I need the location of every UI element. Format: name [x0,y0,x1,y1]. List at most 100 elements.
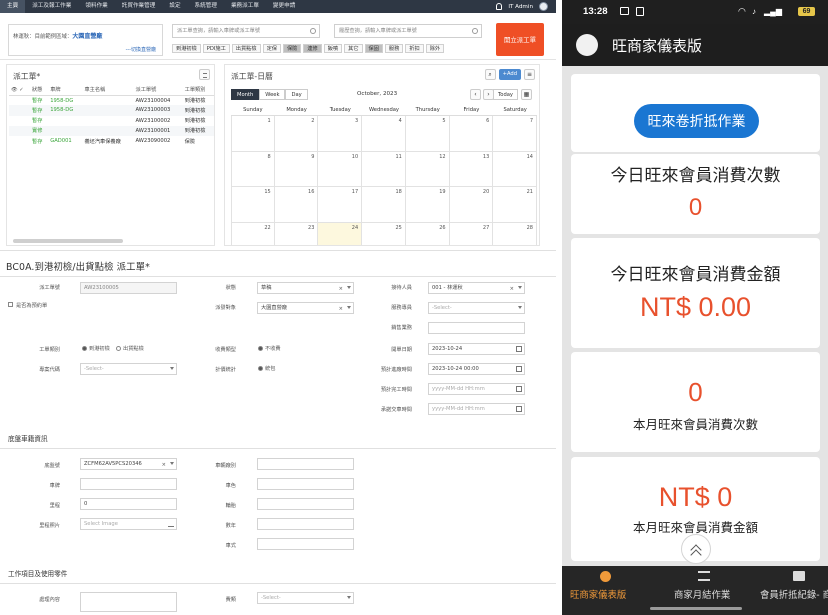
type-filter-chip[interactable]: 出貨點檢 [231,44,261,53]
clear-icon[interactable]: × [510,284,514,293]
scroll-to-top-button[interactable] [681,534,711,564]
type-filter-chip[interactable]: 其它 [344,44,363,53]
calendar-day-cell[interactable]: 8 [231,151,275,186]
calendar-day-cell[interactable]: 27 [450,222,494,245]
expected-in-field[interactable]: 2023-10-24 00:00 [428,363,525,375]
calendar-day-cell[interactable]: 2 [275,116,319,151]
calendar-day-cell[interactable]: 18 [362,187,406,222]
view-tab-month[interactable]: Month [231,89,260,100]
nav-item-business[interactable]: 業務派工單 [224,0,266,13]
photo-upload-field[interactable]: Select Image [80,518,177,530]
calendar-day-cell[interactable]: 13 [450,151,494,186]
gesture-bar[interactable] [650,607,742,610]
worktype-radio-arrival[interactable]: 到港初檢 [82,345,110,352]
upload-icon[interactable] [168,521,174,527]
calendar-day-cell[interactable]: 20 [450,187,494,222]
bottom-nav-records[interactable]: 會員折抵紀錄- 商 [734,566,828,606]
calendar-day-cell[interactable]: 6 [450,116,494,151]
content-field[interactable] [80,592,177,612]
search-icon[interactable]: ⌕ [484,69,496,80]
sales-field[interactable] [428,322,525,334]
mileage-field[interactable]: 0 [80,498,177,510]
today-button[interactable]: Today [493,89,519,100]
category-select[interactable]: -Select- [257,592,354,604]
history-search-input[interactable]: 履歷查詢，請輸入車牌或派工單號 [334,24,482,38]
calendar-day-cell[interactable]: 14 [493,151,537,186]
calendar-day-cell[interactable]: 23 [275,222,319,245]
worktype-radio-delivery[interactable]: 出貨點檢 [116,345,144,352]
calendar-day-cell[interactable]: 4 [362,116,406,151]
type-filter-chip[interactable]: 保險 [282,44,302,53]
calendar-icon[interactable] [516,366,522,372]
nav-item-dispatch[interactable]: 派工及報工作業 [25,0,78,13]
type-filter-chip[interactable]: 定保 [262,44,281,53]
bell-icon[interactable] [496,3,503,10]
create-work-order-button[interactable]: 開立派工單 [496,23,544,56]
nav-item-parts[interactable]: 領料作業 [78,0,114,13]
charge-radio[interactable]: 不收費 [258,345,281,352]
calendar-day-cell[interactable]: 7 [493,116,537,151]
calendar-day-cell[interactable]: 15 [231,187,275,222]
vin-select[interactable]: ZCFM62AV5PCS20346 × [80,458,177,470]
menu-icon[interactable] [199,69,210,80]
table-row[interactable]: 暫存 1958-DG AW23100003 到港初檢 [9,105,214,116]
view-tab-day[interactable]: Day [285,89,308,100]
table-row[interactable]: 暫存 AW23100002 到港初檢 [9,116,214,126]
col-plate[interactable]: 車牌 [48,85,83,96]
bottom-nav-dashboard[interactable]: 旺商家儀表版 [562,566,648,606]
nav-item-system[interactable]: 系統管理 [188,0,224,13]
clear-icon[interactable]: × [162,460,166,469]
col-no[interactable]: 派工單號 [133,85,183,96]
table-row[interactable]: 暫存 GAD001 義坯汽車保養廠 AW23090002 保險 [9,136,214,146]
dispatch-select[interactable]: 大園直營廠 × [257,302,354,314]
calendar-day-cell[interactable]: 22 [231,222,275,245]
plate-field[interactable] [80,478,177,490]
calendar-day-cell[interactable]: 21 [493,187,537,222]
table-row[interactable]: 暫存 1958-DG AW23100004 到港初檢 [9,95,214,105]
menu-icon[interactable]: ≡ [524,69,535,80]
col-status[interactable]: 狀態 [30,85,49,96]
view-tab-week[interactable]: Week [259,89,286,100]
calendar-icon[interactable] [516,346,522,352]
calendar-icon[interactable] [516,406,522,412]
nav-item-home[interactable]: 主頁 [0,0,26,13]
receiver-select[interactable]: 001 - 林運秋 × [428,282,525,294]
type-filter-chip[interactable]: 折扣 [405,44,424,53]
plan-radio[interactable]: 統包 [258,365,275,372]
calendar-day-cell[interactable]: 16 [275,187,319,222]
expected-done-field[interactable]: yyyy-MM-dd HH:mm [428,383,525,395]
brand-field[interactable] [257,458,354,470]
calendar-day-cell[interactable]: 24 [318,222,363,245]
add-button[interactable]: +Add [498,69,521,80]
table-row[interactable]: 實修 AW23100001 到港初檢 [9,125,214,136]
coupon-redeem-button[interactable]: 旺來卷折抵作業 [634,104,759,138]
calendar-day-cell[interactable]: 12 [406,151,450,186]
calendar-day-cell[interactable]: 5 [406,116,450,151]
type-filter-chip[interactable]: 保固 [364,44,383,53]
calendar-day-cell[interactable]: 28 [493,222,537,245]
col-owner[interactable]: 車主名稱 [82,85,134,96]
calendar-day-cell[interactable]: 19 [406,187,450,222]
nav-item-change[interactable]: 變更申請 [266,0,302,13]
calendar-day-cell[interactable]: 25 [362,222,406,245]
calendar-icon[interactable] [516,386,522,392]
color-field[interactable] [257,478,354,490]
horizontal-scrollbar[interactable] [13,239,123,243]
calendar-day-cell[interactable]: 1 [231,116,275,151]
calendar-day-cell[interactable]: 26 [406,222,450,245]
open-date-field[interactable]: 2023-10-24 [428,343,525,355]
avatar[interactable] [576,34,598,56]
type-filter-chip[interactable]: 服務 [384,44,404,53]
type-filter-chip[interactable]: 除外 [425,44,445,53]
clear-icon[interactable]: × [339,284,343,293]
type-filter-chip[interactable]: 鈑噴 [323,44,343,53]
tire-field[interactable] [257,498,354,510]
type-filter-chip[interactable]: 到港初檢 [172,44,201,53]
calendar-day-cell[interactable]: 9 [275,151,319,186]
user-avatar[interactable] [539,2,548,11]
year-field[interactable] [257,518,354,530]
nav-item-trade[interactable]: 託貿作業管理 [115,0,163,13]
calendar-day-cell[interactable]: 3 [318,116,363,151]
user-name[interactable]: IT Admin [508,4,533,10]
col-type[interactable]: 工單類別 [182,85,214,96]
